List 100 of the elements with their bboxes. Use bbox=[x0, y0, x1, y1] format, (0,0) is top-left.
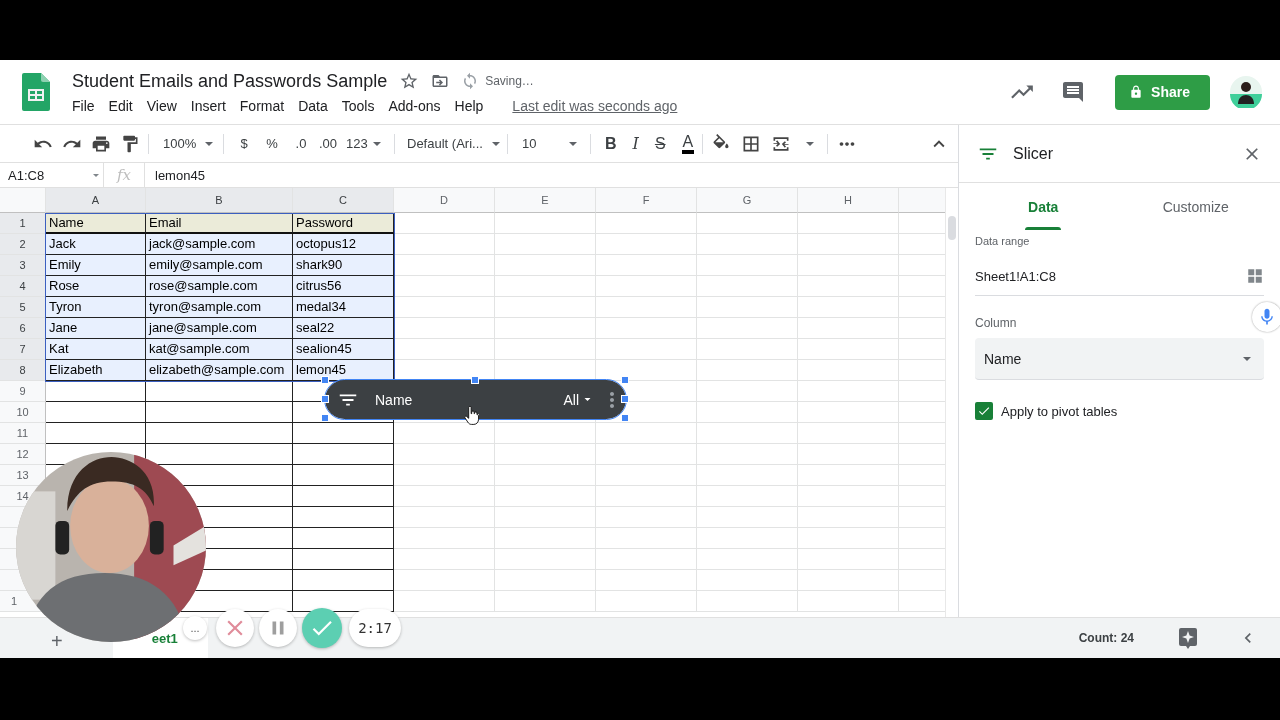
menu-item[interactable]: File bbox=[72, 97, 102, 114]
select-range-icon[interactable] bbox=[1246, 267, 1264, 285]
table-cell: Elizabeth bbox=[46, 360, 146, 381]
row-number: 8 bbox=[0, 360, 46, 381]
font-size-dropdown[interactable]: 10 bbox=[522, 136, 582, 151]
table-cell: lemon45 bbox=[293, 360, 394, 381]
field-label: Data range bbox=[975, 235, 1031, 247]
name-box[interactable]: A1:C8 bbox=[0, 163, 104, 187]
column-header[interactable]: A bbox=[46, 188, 146, 213]
paint-format-icon[interactable] bbox=[120, 133, 140, 154]
column-header[interactable]: G bbox=[697, 188, 798, 213]
column-header[interactable]: E bbox=[495, 188, 596, 213]
table-cell: seal22 bbox=[293, 318, 394, 339]
slicer-chip[interactable]: Name All bbox=[325, 380, 626, 419]
data-range-field[interactable]: Sheet1!A1:C8 bbox=[975, 257, 1264, 296]
add-sheet-button[interactable]: + bbox=[51, 634, 63, 648]
menu-item[interactable]: Help bbox=[447, 97, 491, 114]
table-cell: rose@sample.com bbox=[146, 276, 293, 297]
bold-button[interactable]: B bbox=[605, 134, 617, 153]
table-cell: Password bbox=[293, 213, 394, 234]
menu-item[interactable]: Tools bbox=[334, 97, 382, 114]
check-icon bbox=[977, 404, 991, 418]
resize-handle[interactable] bbox=[471, 376, 479, 384]
microphone-button[interactable] bbox=[1252, 302, 1280, 332]
menu-item[interactable]: View bbox=[139, 97, 184, 114]
panel-tab[interactable]: Customize bbox=[1119, 191, 1272, 231]
vertical-scrollbar[interactable] bbox=[945, 188, 958, 617]
column-header[interactable]: B bbox=[146, 188, 293, 213]
table-cell: Name bbox=[46, 213, 146, 234]
sheets-logo-icon[interactable] bbox=[22, 73, 50, 111]
menu-item[interactable]: Add-ons bbox=[381, 97, 448, 114]
column-header[interactable]: F bbox=[596, 188, 697, 213]
percent-button[interactable]: % bbox=[256, 136, 288, 151]
finish-button[interactable] bbox=[302, 608, 342, 648]
row-number: 1 bbox=[0, 213, 46, 234]
row-number: 7 bbox=[0, 339, 46, 360]
resize-handle[interactable] bbox=[621, 395, 629, 403]
column-dropdown[interactable]: Name bbox=[975, 338, 1264, 380]
increase-decimals-button[interactable]: .00 bbox=[314, 136, 342, 151]
checkbox-label: Apply to pivot tables bbox=[1001, 403, 1118, 419]
avatar[interactable] bbox=[1230, 76, 1262, 108]
zoom-dropdown[interactable]: 100% bbox=[157, 136, 215, 151]
checkbox[interactable] bbox=[975, 402, 993, 420]
comment-icon[interactable] bbox=[1061, 80, 1086, 104]
field-label: Column bbox=[975, 316, 1018, 330]
row-number: 12 bbox=[0, 444, 46, 465]
column-header[interactable]: C bbox=[293, 188, 394, 213]
row-number: 13 bbox=[0, 465, 46, 486]
resize-handle[interactable] bbox=[621, 376, 629, 384]
decrease-decimals-button[interactable]: .0 bbox=[288, 136, 314, 151]
resize-handle[interactable] bbox=[321, 395, 329, 403]
folder-icon[interactable] bbox=[431, 72, 450, 90]
document-title[interactable]: Student Emails and Passwords Sample bbox=[72, 70, 388, 92]
resize-handle[interactable] bbox=[321, 414, 329, 422]
table-cell: tyron@sample.com bbox=[146, 297, 293, 318]
caret-icon bbox=[373, 141, 381, 146]
row-number: 6 bbox=[0, 318, 46, 339]
caret-icon bbox=[93, 173, 99, 177]
selection-count[interactable]: Count: 24 bbox=[1078, 631, 1134, 645]
table-cell: Tyron bbox=[46, 297, 146, 318]
resize-handle[interactable] bbox=[621, 414, 629, 422]
table-cell: sealion45 bbox=[293, 339, 394, 360]
row-number: 4 bbox=[0, 276, 46, 297]
row-number: 11 bbox=[0, 423, 46, 444]
last-edit-link[interactable]: Last edit was seconds ago bbox=[512, 97, 678, 114]
strikethrough-button[interactable]: S bbox=[654, 134, 666, 153]
table-cell: elizabeth@sample.com bbox=[146, 360, 293, 381]
caret-icon bbox=[569, 141, 577, 146]
text-color-button[interactable]: A bbox=[681, 133, 695, 154]
menu-item[interactable]: Data bbox=[291, 97, 335, 114]
font-dropdown[interactable]: Default (Ari... bbox=[407, 136, 499, 151]
italic-button[interactable]: I bbox=[632, 134, 639, 153]
table-cell: kat@sample.com bbox=[146, 339, 293, 360]
table-cell: Kat bbox=[46, 339, 146, 360]
table-cell: octopus12 bbox=[293, 234, 394, 255]
panel-title: Slicer bbox=[1013, 144, 1054, 163]
panel-tab[interactable]: Data bbox=[967, 191, 1120, 231]
table-cell: emily@sample.com bbox=[146, 255, 293, 276]
hand-cursor-icon bbox=[464, 406, 479, 425]
caret-icon[interactable] bbox=[806, 141, 815, 146]
number-format-dropdown[interactable]: 123 bbox=[346, 136, 386, 151]
kebab-icon bbox=[610, 391, 614, 408]
column-header[interactable]: D bbox=[394, 188, 495, 213]
table-cell: jack@sample.com bbox=[146, 234, 293, 255]
row-number: 9 bbox=[0, 381, 46, 402]
table-cell: Jane bbox=[46, 318, 146, 339]
table-cell: jane@sample.com bbox=[146, 318, 293, 339]
currency-button[interactable]: $ bbox=[232, 136, 256, 151]
formula-input[interactable]: lemon45 bbox=[145, 167, 205, 183]
caret-icon bbox=[205, 141, 214, 146]
menu-item[interactable]: Format bbox=[232, 97, 292, 114]
caret-icon bbox=[1243, 356, 1251, 361]
column-header[interactable]: H bbox=[798, 188, 899, 213]
menu-item[interactable]: Edit bbox=[101, 97, 140, 114]
resize-handle[interactable] bbox=[321, 376, 329, 384]
lock-icon bbox=[1129, 85, 1144, 99]
menu-item[interactable]: Insert bbox=[183, 97, 233, 114]
table-cell: Jack bbox=[46, 234, 146, 255]
explore-icon[interactable] bbox=[1176, 626, 1200, 650]
table-cell: Rose bbox=[46, 276, 146, 297]
